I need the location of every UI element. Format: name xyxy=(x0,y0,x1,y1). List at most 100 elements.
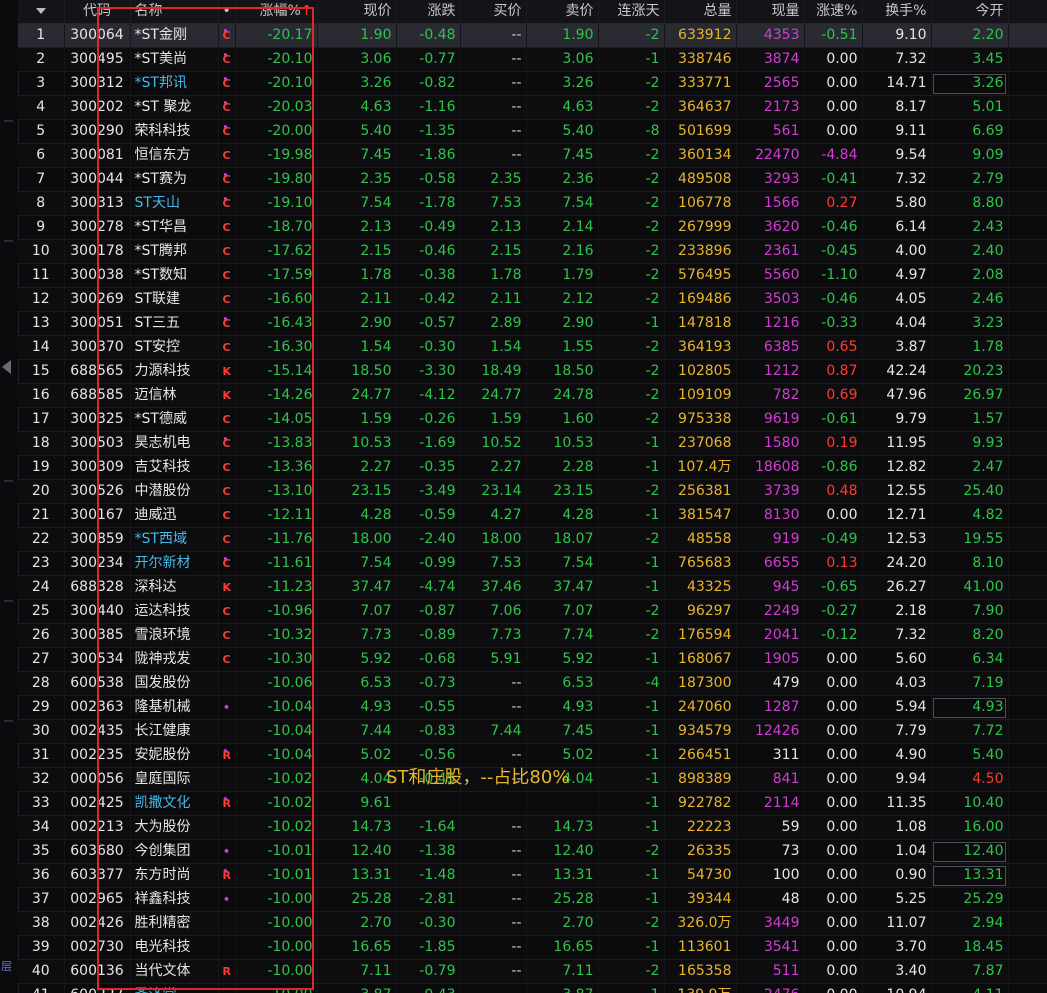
table-row[interactable]: 24 688328 深科达 K -11.23 37.47 -4.74 37.46 37.47 -1… xyxy=(18,575,1047,600)
turnover-pct: 12.71 xyxy=(862,503,932,528)
current-volume: 782 xyxy=(736,383,805,408)
table-row[interactable]: 30 002435 长江健康 -10.04 7.44 -0.83 7.44 7.45 -1 934… xyxy=(18,719,1047,744)
stock-name: 安妮股份 xyxy=(130,743,219,768)
speed-pct: -1.10 xyxy=(804,263,863,288)
high-price: 5.1 xyxy=(1008,95,1047,120)
header-turnover[interactable]: 换手% xyxy=(862,0,932,24)
stock-code: 300167 xyxy=(64,503,131,528)
table-row[interactable]: 39 002730 电光科技 -10.00 16.65 -1.85 -- 16.65 -1 113… xyxy=(18,935,1047,960)
table-row[interactable]: 20 300526 中潜股份 C -13.10 23.15 -3.49 23.14 23.15-… xyxy=(18,479,1047,504)
table-row[interactable]: 41600227圣济堂-10.003.87-0.43--3.87-1139.9万… xyxy=(18,983,1047,993)
stock-tag: C xyxy=(218,143,236,168)
table-row[interactable]: 10 300178 *ST腾邦 C -17.62 2.15 -0.46 2.15 2.16 -2 2… xyxy=(18,239,1047,264)
table-row[interactable]: 14 300370 ST安控 C -16.30 1.54 -0.30 1.54 1.55 -2 36… xyxy=(18,335,1047,360)
tag-dot-icon: • xyxy=(222,27,229,37)
table-row[interactable]: 2 300495 *ST美尚 C • -20.10 3.06 -0.77 -- 3.06 -1 338… xyxy=(18,47,1047,72)
open-price: 2.08 xyxy=(931,263,1009,288)
table-row[interactable]: 19 300309 吉艾科技 C -13.36 2.27 -0.35 2.27 2.28 -1 10… xyxy=(18,455,1047,480)
stock-code: 300051 xyxy=(64,311,131,336)
price: 7.44 xyxy=(317,719,397,744)
current-volume: 6385 xyxy=(736,335,805,360)
streak-days: -2 xyxy=(598,287,665,312)
header-open[interactable]: 今开 xyxy=(931,0,1009,24)
turnover-pct: 7.79 xyxy=(862,719,932,744)
change-pct: -16.30 xyxy=(235,335,318,360)
header-bid[interactable]: 买价 xyxy=(460,0,527,24)
speed-pct: 0.00 xyxy=(804,71,863,96)
table-row[interactable]: 27 300534 陇神戎发 C -10.30 5.92 -0.68 5.91 5.92 -1 16… xyxy=(18,647,1047,672)
table-row[interactable]: 37 002965 祥鑫科技 • -10.00 25.28 -2.81 -- 25.28 -1 39… xyxy=(18,887,1047,912)
table-row[interactable]: 18 300503 昊志机电 C • -13.83 10.53 -1.69 10.52 10.53… xyxy=(18,431,1047,456)
table-row[interactable]: 40 600136 当代文体 R -10.00 7.11 -0.79 -- 7.11 -2 1653… xyxy=(18,959,1047,984)
table-row[interactable]: 16 688585 迈信林 K -14.26 24.77 -4.12 24.77 24.78 -2… xyxy=(18,383,1047,408)
stock-name: *ST华昌 xyxy=(130,215,219,240)
stock-tag-icon: C xyxy=(222,245,231,258)
table-row[interactable]: 23 300234 开尔新材 C • -11.61 7.54 -0.99 7.53 7.54 -1 7… xyxy=(18,551,1047,576)
table-row[interactable]: 11 300038 *ST数知 C -17.59 1.78 -0.38 1.78 1.79 -2 5… xyxy=(18,263,1047,288)
streak-days: -2 xyxy=(598,623,665,648)
header-name[interactable]: 名称 xyxy=(130,0,219,24)
table-row[interactable]: 3 300312 *ST邦讯 C • -20.10 3.26 -0.82 -- 3.26 -2 333… xyxy=(18,71,1047,96)
dropdown-triangle-icon[interactable] xyxy=(35,8,46,14)
bid-price: -- xyxy=(460,935,527,960)
open-price: 6.69 xyxy=(931,119,1009,144)
bid-price: 23.14 xyxy=(460,479,527,504)
stock-name: ST三五 xyxy=(130,311,219,336)
collapse-panel-arrow-icon[interactable] xyxy=(2,360,11,374)
stock-tag xyxy=(218,671,236,696)
table-row[interactable]: 21 300167 迪威迅 C -12.11 4.28 -0.59 4.27 4.28 -1 381… xyxy=(18,503,1047,528)
stock-list-table[interactable]: 代码名称•涨幅%↑现价涨跌买价卖价连涨天总量现量涨速%换手%今开最高 13000… xyxy=(18,0,1047,993)
header-current-volume[interactable]: 现量 xyxy=(736,0,805,24)
table-row[interactable]: 1 300064 *ST金刚 C • -20.17 1.90 -0.48 -- 1.90 -2 633… xyxy=(18,23,1047,48)
stock-code: 600136 xyxy=(64,959,131,984)
header-code[interactable]: 代码 xyxy=(64,0,131,24)
table-row[interactable]: 5 300290 荣科科技 C • -20.00 5.40 -1.35 -- 5.40 -8 5016… xyxy=(18,119,1047,144)
bid-price: 2.27 xyxy=(460,455,527,480)
table-row[interactable]: 15 688565 力源科技 K -15.14 18.50 -3.30 18.49 18.50-… xyxy=(18,359,1047,384)
table-row[interactable]: 22 300859 *ST西域 C -11.76 18.00 -2.40 18.00 18.07… xyxy=(18,527,1047,552)
table-row[interactable]: 38 002426 胜利精密 -10.00 2.70 -0.30 -- 2.70 -2 326.0… xyxy=(18,911,1047,936)
table-row[interactable]: 9 300278 *ST华昌 C -18.70 2.13 -0.49 2.13 2.14 -2 26… xyxy=(18,215,1047,240)
streak-days: -1 xyxy=(598,311,665,336)
table-row[interactable]: 25 300440 运达科技 C -10.96 7.07 -0.87 7.06 7.07 -2 96… xyxy=(18,599,1047,624)
header-flag[interactable]: • xyxy=(218,0,236,24)
change-pct: -10.04 xyxy=(235,719,318,744)
header-menu[interactable] xyxy=(18,0,65,24)
change-pct: -11.23 xyxy=(235,575,318,600)
table-row[interactable]: 34 002213 大为股份 -10.02 14.73 -1.64 -- 14.73 -1 222… xyxy=(18,815,1047,840)
speed-pct: -0.61 xyxy=(804,407,863,432)
table-row[interactable]: 6 300081 恒信东方 C -19.98 7.45 -1.86 -- 7.45 -2 36013… xyxy=(18,143,1047,168)
header-change[interactable]: 涨跌 xyxy=(396,0,461,24)
table-row[interactable]: 4 300202 *ST 聚龙 C • -20.03 4.63 -1.16 -- 4.63 -2 36… xyxy=(18,95,1047,120)
header-change-pct[interactable]: 涨幅%↑ xyxy=(235,0,318,24)
table-row[interactable]: 36 603377 东方时尚 R • -10.01 13.31 -1.48 -- 13.31 -1 5… xyxy=(18,863,1047,888)
table-row[interactable]: 7 300044 *ST赛为 C • -19.80 2.35 -0.58 2.35 2.36 -2 4… xyxy=(18,167,1047,192)
header-streak[interactable]: 连涨天 xyxy=(598,0,665,24)
table-row[interactable]: 26 300385 雪浪环境 C -10.32 7.73 -0.89 7.73 7.74 -2 17… xyxy=(18,623,1047,648)
table-row[interactable]: 12 300269 ST联建 C -16.60 2.11 -0.42 2.11 2.12 -2 16… xyxy=(18,287,1047,312)
speed-pct: 0.00 xyxy=(804,959,863,984)
table-row[interactable]: 33 002425 凯撒文化 R • -10.02 9.61 -1 922782 2114 0.00… xyxy=(18,791,1047,816)
table-row[interactable]: 8 300313 ST天山 C • -19.10 7.54 -1.78 7.53 7.54 -2 10… xyxy=(18,191,1047,216)
table-row[interactable]: 35 603680 今创集团 • -10.01 12.40 -1.38 -- 12.40 -2 26… xyxy=(18,839,1047,864)
table-row[interactable]: 29 002363 隆基机械 • -10.04 4.93 -0.55 -- 4.93 -1 2470… xyxy=(18,695,1047,720)
header-high[interactable]: 最高 xyxy=(1008,0,1047,24)
table-row[interactable]: 17 300325 *ST德威 C -14.05 1.59 -0.26 1.59 1.60 -2 9… xyxy=(18,407,1047,432)
table-row[interactable]: 28 600538 国发股份 -10.06 6.53 -0.73 -- 6.53 -4 18730… xyxy=(18,671,1047,696)
row-index: 21 xyxy=(18,503,65,528)
speed-pct: -0.51 xyxy=(804,23,863,48)
header-volume[interactable]: 总量 xyxy=(664,0,737,24)
stock-code: 300044 xyxy=(64,167,131,192)
header-ask[interactable]: 卖价 xyxy=(526,0,599,24)
header-speed[interactable]: 涨速% xyxy=(804,0,863,24)
header-price[interactable]: 现价 xyxy=(317,0,397,24)
turnover-pct: 2.18 xyxy=(862,599,932,624)
open-price: 2.20 xyxy=(931,23,1009,48)
speed-pct: -0.86 xyxy=(804,455,863,480)
stock-name: 隆基机械 xyxy=(130,695,219,720)
table-row[interactable]: 13 300051 ST三五 C • -16.43 2.90 -0.57 2.89 2.90 -1 1… xyxy=(18,311,1047,336)
speed-pct: 0.13 xyxy=(804,551,863,576)
total-volume: 233896 xyxy=(664,239,737,264)
bid-price: 7.53 xyxy=(460,551,527,576)
total-volume: 168067 xyxy=(664,647,737,672)
